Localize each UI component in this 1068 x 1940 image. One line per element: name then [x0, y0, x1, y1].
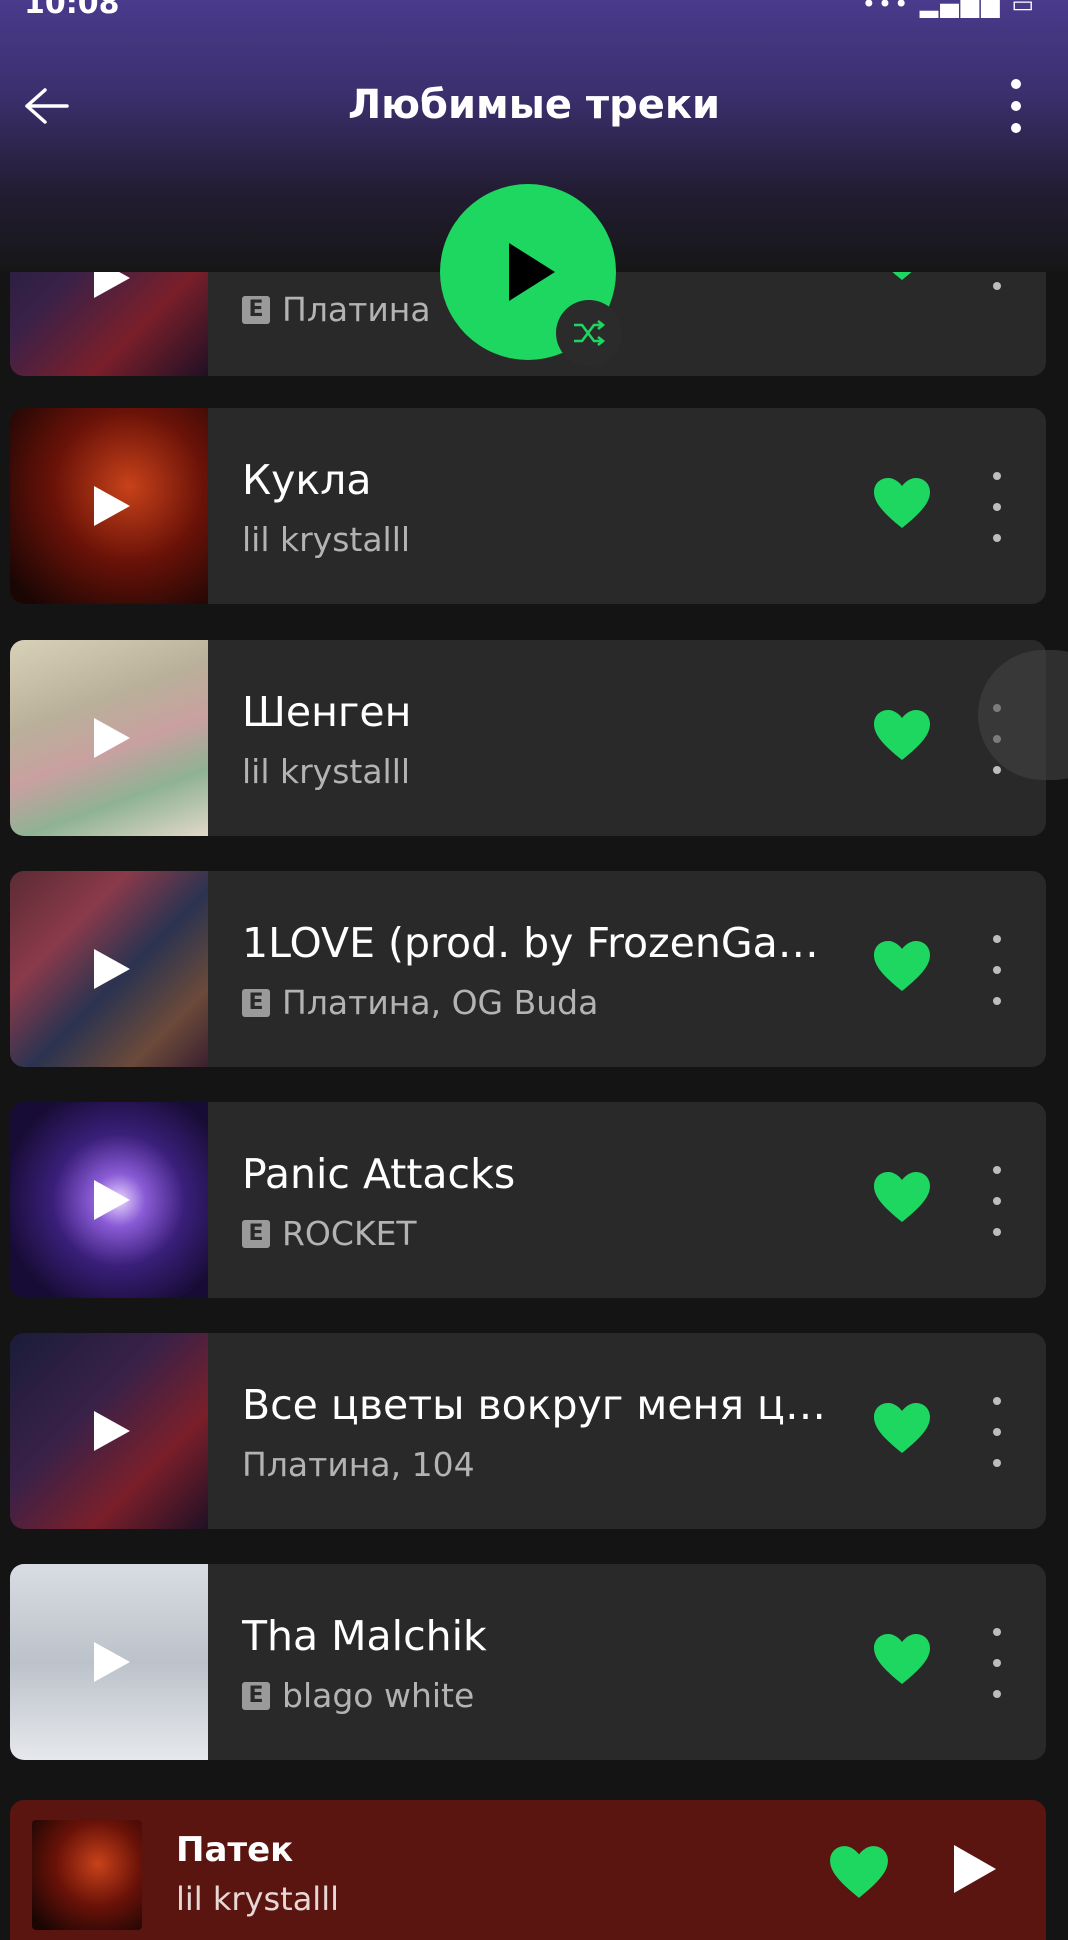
heart-icon[interactable]	[872, 708, 932, 762]
track-subtitle: E Платина	[242, 290, 431, 329]
track-row[interactable]: Panic Attacks E ROCKET	[10, 1102, 1046, 1298]
track-artist: ROCKET	[282, 1214, 417, 1253]
track-artist: Платина	[282, 290, 431, 329]
explicit-badge: E	[242, 988, 270, 1017]
shuffle-button[interactable]	[556, 300, 622, 366]
play-icon	[94, 949, 130, 989]
shuffle-icon	[574, 319, 606, 347]
track-more-button[interactable]	[982, 1628, 1012, 1698]
heart-icon[interactable]	[872, 939, 932, 993]
heart-icon[interactable]	[872, 1632, 932, 1686]
explicit-badge: E	[242, 295, 270, 324]
play-icon	[94, 1180, 130, 1220]
track-subtitle: E Платина, OG Buda	[242, 983, 598, 1022]
track-row[interactable]: Все цветы вокруг меня цв... Платина, 104	[10, 1333, 1046, 1529]
track-cover[interactable]	[10, 871, 208, 1067]
track-more-button[interactable]	[982, 472, 1012, 542]
track-cover[interactable]	[10, 1564, 208, 1760]
track-cover[interactable]	[10, 1333, 208, 1529]
track-title: Шенген	[242, 688, 412, 736]
track-subtitle: lil krystalll	[242, 520, 410, 559]
more-options-button[interactable]	[988, 76, 1044, 136]
play-icon	[94, 718, 130, 758]
track-title: Все цветы вокруг меня цв...	[242, 1381, 842, 1429]
track-row[interactable]: 1LOVE (prod. by FrozenGan... E Платина, …	[10, 871, 1046, 1067]
play-icon[interactable]	[950, 1842, 1000, 1896]
play-icon	[509, 243, 555, 301]
heart-icon[interactable]	[828, 1844, 890, 1900]
track-title: Кукла	[242, 456, 372, 504]
status-time: 10:08	[24, 0, 120, 21]
track-subtitle: E blago white	[242, 1676, 474, 1715]
track-row[interactable]: Кукла lil krystalll	[10, 408, 1046, 604]
more-vertical-icon	[1011, 79, 1021, 133]
track-subtitle: E ROCKET	[242, 1214, 417, 1253]
heart-icon[interactable]	[872, 476, 932, 530]
track-artist: lil krystalll	[242, 752, 411, 791]
mini-player[interactable]: Патек lil krystalll	[10, 1800, 1046, 1940]
play-icon	[94, 1642, 130, 1682]
page-title: Любимые треки	[347, 82, 721, 128]
track-more-button[interactable]	[982, 1166, 1012, 1236]
track-subtitle: Платина, 104	[242, 1445, 475, 1484]
track-title: 1LOVE (prod. by FrozenGan...	[242, 919, 842, 967]
track-title: Tha Malchik	[242, 1612, 487, 1660]
track-artist: blago white	[282, 1676, 475, 1715]
play-icon	[94, 486, 130, 526]
track-artist: Платина, OG Buda	[282, 983, 599, 1022]
track-cover[interactable]	[10, 1102, 208, 1298]
play-icon	[94, 1411, 130, 1451]
explicit-badge: E	[242, 1681, 270, 1710]
track-subtitle: lil krystalll	[242, 752, 410, 791]
status-icons: ••• ▂▄▆█ ▭	[861, 0, 1036, 18]
track-artist: Платина, 104	[242, 1445, 475, 1484]
track-cover[interactable]	[10, 640, 208, 836]
track-more-button[interactable]	[982, 935, 1012, 1005]
heart-icon[interactable]	[872, 1401, 932, 1455]
track-row[interactable]: Шенген lil krystalll	[10, 640, 1046, 836]
track-title: Panic Attacks	[242, 1150, 516, 1198]
explicit-badge: E	[242, 1219, 270, 1248]
track-cover[interactable]	[10, 408, 208, 604]
track-artist: lil krystalll	[242, 520, 411, 559]
heart-icon[interactable]	[872, 1170, 932, 1224]
now-playing-title: Патек	[176, 1830, 294, 1870]
now-playing-cover[interactable]	[32, 1820, 142, 1930]
now-playing-artist: lil krystalll	[176, 1880, 339, 1918]
track-row[interactable]: Tha Malchik E blago white	[10, 1564, 1046, 1760]
track-more-button[interactable]	[982, 1397, 1012, 1467]
